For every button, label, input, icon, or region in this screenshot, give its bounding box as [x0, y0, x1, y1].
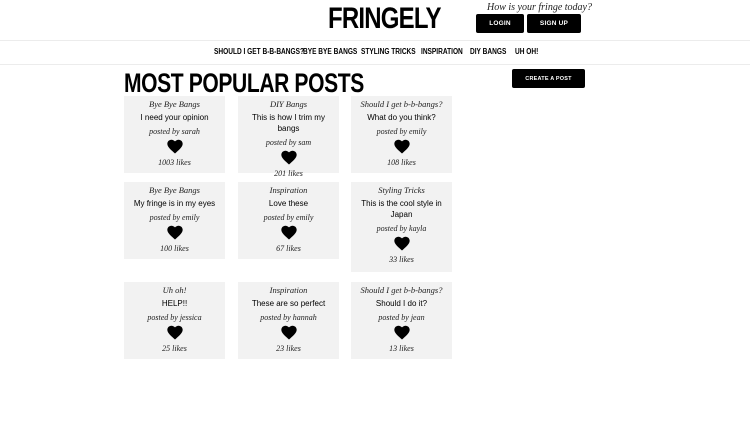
- nav-item-inspiration[interactable]: INSPIRATION: [421, 47, 463, 56]
- post-category[interactable]: Bye Bye Bangs: [124, 99, 225, 110]
- page-title: MOST POPULAR POSTS: [124, 68, 364, 98]
- post-card[interactable]: Should I get b-b-bangs? Should I do it? …: [351, 282, 452, 359]
- post-category[interactable]: Styling Tricks: [351, 185, 452, 196]
- post-category[interactable]: Uh oh!: [124, 285, 225, 296]
- nav-item-diy-bangs[interactable]: DIY BANGS: [470, 47, 506, 56]
- tagline: How is your fringe today?: [487, 2, 592, 13]
- post-category[interactable]: Should I get b-b-bangs?: [351, 99, 452, 110]
- heart-icon[interactable]: [280, 325, 297, 340]
- post-author: posted by sam: [265, 138, 312, 147]
- post-card[interactable]: Bye Bye Bangs I need your opinion posted…: [124, 96, 225, 173]
- heart-icon[interactable]: [280, 150, 297, 165]
- heart-icon[interactable]: [166, 325, 183, 340]
- post-card[interactable]: Bye Bye Bangs My fringe is in my eyes po…: [124, 182, 225, 259]
- post-likes: 108 likes: [387, 158, 416, 167]
- post-author: posted by sarah: [149, 127, 200, 136]
- post-likes: 33 likes: [389, 255, 414, 264]
- heart-icon[interactable]: [393, 325, 410, 340]
- login-button[interactable]: LOGIN: [476, 14, 524, 33]
- post-author: posted by kayla: [376, 224, 427, 233]
- post-title[interactable]: What do you think?: [351, 112, 452, 123]
- post-title[interactable]: Love these: [238, 198, 339, 209]
- post-title[interactable]: These are so perfect: [238, 298, 339, 309]
- post-title[interactable]: This is how I trim my bangs: [238, 112, 339, 134]
- post-author: posted by jessica: [147, 313, 202, 322]
- post-likes: 67 likes: [276, 244, 301, 253]
- post-card[interactable]: Styling Tricks This is the cool style in…: [351, 182, 452, 272]
- post-author: posted by jean: [378, 313, 425, 322]
- nav-item-bye-bye-bangs[interactable]: BYE BYE BANGS: [303, 47, 357, 56]
- post-title[interactable]: This is the cool style in Japan: [351, 198, 452, 220]
- post-title[interactable]: My fringe is in my eyes: [124, 198, 225, 209]
- post-author: posted by hannah: [260, 313, 317, 322]
- heart-icon[interactable]: [166, 139, 183, 154]
- post-title[interactable]: HELP!!: [124, 298, 225, 309]
- nav-item-should-i-get-bangs[interactable]: SHOULD I GET B-B-BANGS?: [214, 47, 304, 56]
- nav-item-uh-oh[interactable]: UH OH!: [515, 47, 538, 56]
- header-divider: [0, 40, 750, 41]
- post-likes: 13 likes: [389, 344, 414, 353]
- heart-icon[interactable]: [393, 236, 410, 251]
- post-likes: 201 likes: [274, 169, 303, 178]
- post-author: posted by emily: [263, 213, 314, 222]
- post-likes: 1003 likes: [158, 158, 191, 167]
- post-likes: 23 likes: [276, 344, 301, 353]
- create-post-button[interactable]: CREATE A POST: [512, 69, 585, 88]
- post-card[interactable]: Inspiration Love these posted by emily 6…: [238, 182, 339, 259]
- heart-icon[interactable]: [166, 225, 183, 240]
- post-title[interactable]: I need your opinion: [124, 112, 225, 123]
- post-author: posted by emily: [149, 213, 200, 222]
- post-category[interactable]: Inspiration: [238, 285, 339, 296]
- nav-item-styling-tricks[interactable]: STYLING TRICKS: [361, 47, 416, 56]
- main-nav: SHOULD I GET B-B-BANGS? BYE BYE BANGS ST…: [0, 47, 750, 59]
- post-likes: 100 likes: [160, 244, 189, 253]
- post-category[interactable]: DIY Bangs: [238, 99, 339, 110]
- post-title[interactable]: Should I do it?: [351, 298, 452, 309]
- heart-icon[interactable]: [393, 139, 410, 154]
- post-card[interactable]: Uh oh! HELP!! posted by jessica 25 likes: [124, 282, 225, 359]
- signup-button[interactable]: SIGN UP: [527, 14, 581, 33]
- post-likes: 25 likes: [162, 344, 187, 353]
- post-category[interactable]: Should I get b-b-bangs?: [351, 285, 452, 296]
- post-card[interactable]: DIY Bangs This is how I trim my bangs po…: [238, 96, 339, 178]
- nav-divider: [0, 64, 750, 65]
- post-card[interactable]: Should I get b-b-bangs? What do you thin…: [351, 96, 452, 173]
- site-logo[interactable]: FRINGELY: [328, 2, 442, 36]
- post-category[interactable]: Bye Bye Bangs: [124, 185, 225, 196]
- post-author: posted by emily: [376, 127, 427, 136]
- post-category[interactable]: Inspiration: [238, 185, 339, 196]
- heart-icon[interactable]: [280, 225, 297, 240]
- post-card[interactable]: Inspiration These are so perfect posted …: [238, 282, 339, 359]
